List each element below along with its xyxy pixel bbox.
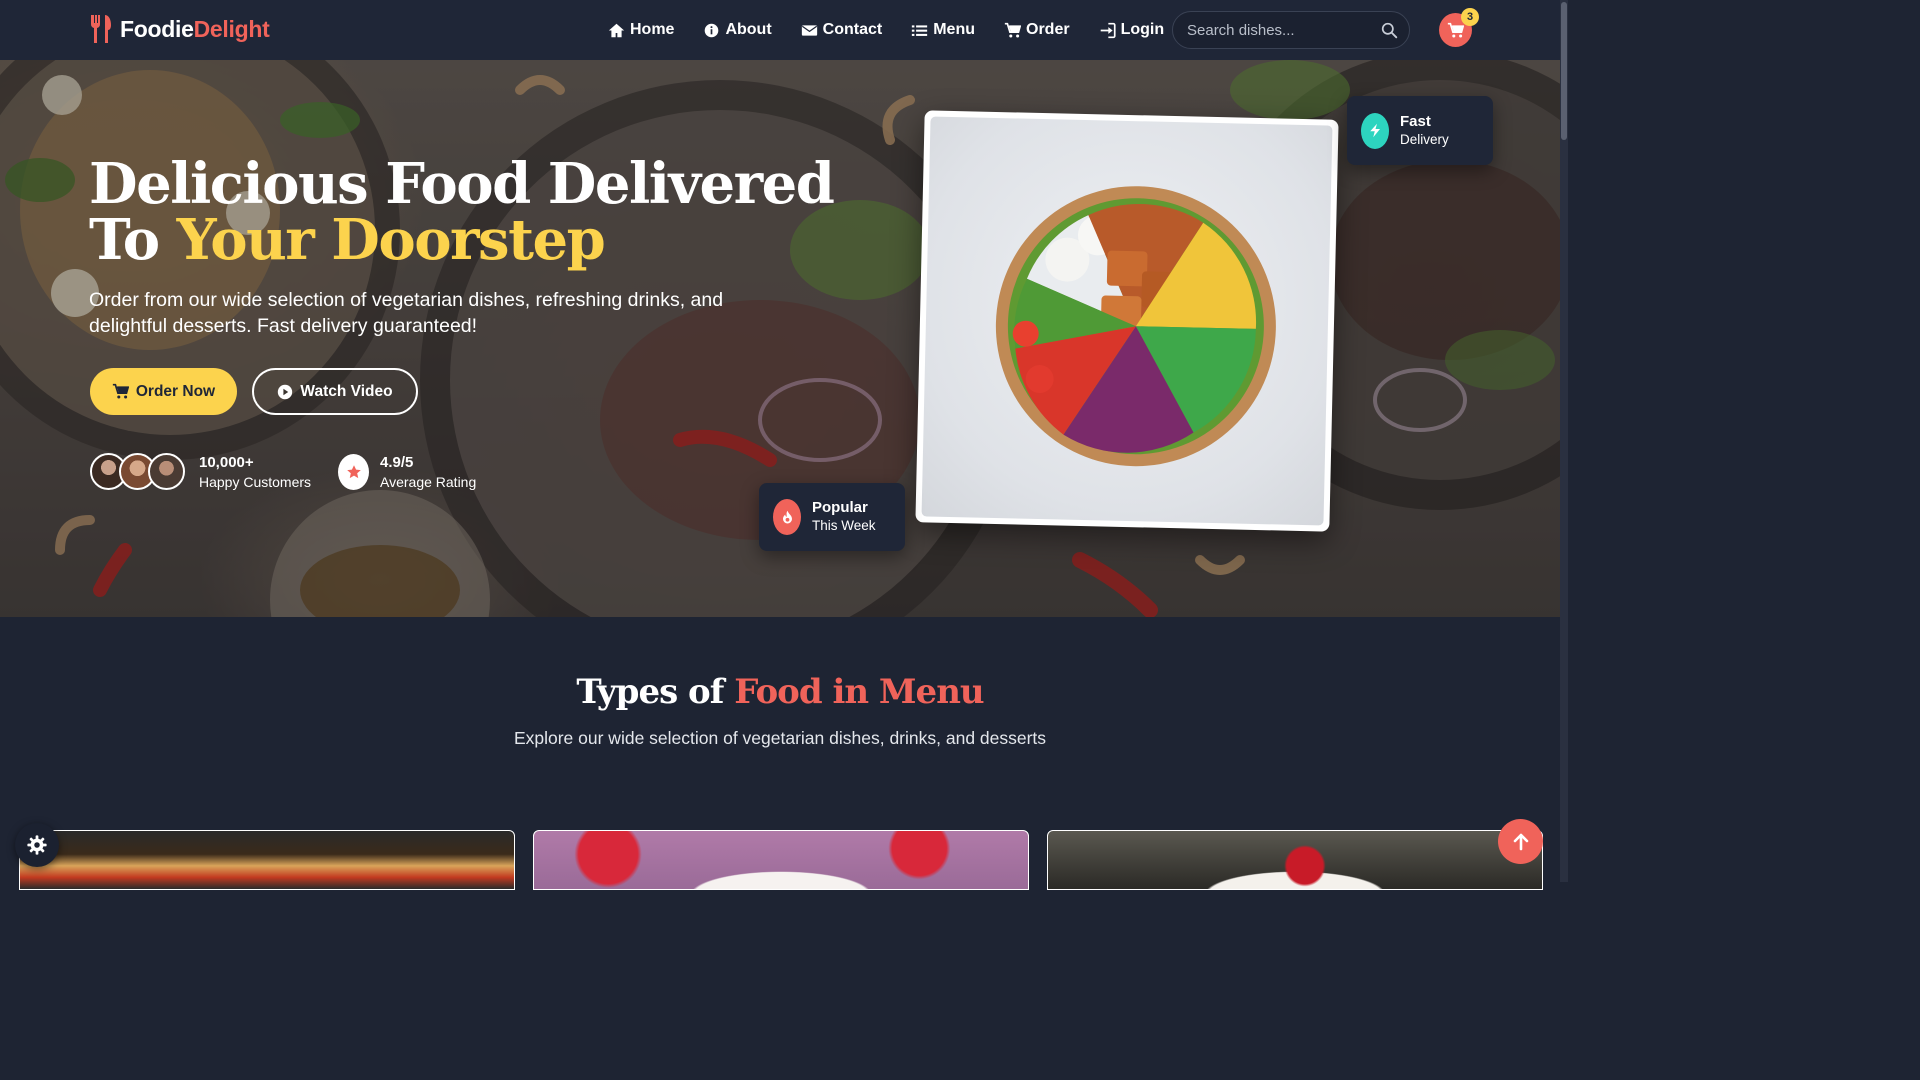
nav-login[interactable]: Login	[1099, 21, 1165, 39]
popular-title: Popular	[812, 499, 868, 516]
shopping-cart-icon	[1447, 22, 1464, 38]
fast-delivery-subtitle: Delivery	[1400, 131, 1449, 147]
rating-badge	[338, 454, 369, 490]
lightning-icon	[1369, 123, 1380, 138]
sign-in-icon	[1100, 22, 1116, 38]
badge-icon-circle	[773, 499, 801, 535]
menu-category-card-drinks[interactable]	[1047, 830, 1543, 890]
hero-title: Delicious Food Delivered To Your Doorste…	[89, 156, 849, 268]
search-box	[1172, 11, 1410, 49]
nav-about[interactable]: About	[703, 21, 772, 39]
salad-bowl-image	[921, 116, 1333, 526]
brand-logo[interactable]: FoodieDelight	[88, 14, 270, 44]
customers-count: 10,000+	[199, 454, 254, 471]
envelope-icon	[801, 24, 817, 36]
menu-category-card-dessert[interactable]	[533, 830, 1029, 890]
section-title: Types of Food in Menu	[0, 672, 1560, 712]
cart-icon	[112, 383, 129, 399]
search-icon[interactable]	[1381, 22, 1398, 39]
cart-button[interactable]: 3	[1439, 8, 1479, 47]
customers-label: Happy Customers	[199, 474, 312, 490]
nav-login-label: Login	[1120, 21, 1165, 38]
popular-text: Popular This Week	[812, 499, 876, 535]
nav-contact[interactable]: Contact	[801, 21, 883, 39]
menu-category-card-sandwich[interactable]	[19, 830, 515, 890]
nav-menu-label: Menu	[933, 21, 975, 38]
home-icon	[608, 23, 625, 37]
scrollbar-thumb[interactable]	[1561, 2, 1567, 140]
hero-title-accent: Your Doorstep	[176, 207, 606, 273]
badge-icon-circle	[1361, 112, 1389, 149]
customer-avatars	[90, 453, 186, 491]
brand-name: FoodieDelight	[120, 15, 270, 43]
nav-menu[interactable]: Menu	[911, 21, 975, 39]
featured-dish-card[interactable]	[915, 110, 1339, 532]
rating-label: Average Rating	[380, 474, 477, 490]
rating-value: 4.9/5	[380, 454, 414, 471]
order-now-label: Order Now	[135, 382, 216, 400]
settings-button[interactable]	[15, 823, 59, 867]
utensils-icon	[90, 15, 111, 43]
list-icon	[912, 24, 928, 36]
nav-order[interactable]: Order	[1004, 21, 1070, 39]
fast-delivery-badge: Fast Delivery	[1347, 96, 1493, 165]
brand-name-part-1: Foodie	[120, 15, 194, 42]
arrow-up-icon	[1513, 833, 1528, 850]
avatar	[148, 453, 185, 490]
cart-count-badge: 3	[1461, 8, 1479, 26]
back-to-top-button[interactable]	[1498, 819, 1543, 864]
salad-bowl-illustration	[995, 186, 1276, 467]
fast-delivery-title: Fast	[1400, 112, 1431, 130]
section-subtitle: Explore our wide selection of vegetarian…	[513, 728, 1047, 748]
hero-section: Delicious Food Delivered To Your Doorste…	[0, 60, 1560, 617]
fast-delivery-text: Fast Delivery	[1400, 113, 1449, 149]
page-scrollbar[interactable]	[1560, 0, 1568, 882]
nav-links: Home About Contact Menu Order Login	[608, 0, 1164, 60]
cart-icon	[1004, 22, 1021, 38]
section-title-part-1: Types of	[576, 672, 724, 712]
nav-home[interactable]: Home	[608, 21, 674, 39]
section-title-accent: Food in Menu	[734, 672, 984, 712]
nav-contact-label: Contact	[822, 21, 883, 38]
play-circle-icon	[278, 384, 293, 399]
gear-icon	[27, 835, 47, 855]
watch-video-label: Watch Video	[300, 382, 393, 400]
fire-icon	[782, 510, 792, 523]
star-icon	[346, 465, 361, 479]
nav-about-label: About	[725, 21, 772, 38]
info-icon	[705, 23, 719, 37]
popular-subtitle: This Week	[812, 518, 876, 533]
brand-name-part-2: Delight	[193, 15, 270, 42]
order-now-button[interactable]: Order Now	[90, 368, 237, 415]
popular-badge: Popular This Week	[759, 483, 905, 551]
nav-home-label: Home	[630, 21, 675, 38]
hero-title-to: To	[89, 207, 160, 273]
hero-subtitle: Order from our wide selection of vegetar…	[89, 289, 724, 337]
search-input[interactable]	[1187, 21, 1377, 39]
nav-order-label: Order	[1026, 21, 1070, 38]
watch-video-button[interactable]: Watch Video	[252, 368, 418, 415]
navbar: FoodieDelight Home About Contact Menu Or…	[0, 0, 1560, 60]
